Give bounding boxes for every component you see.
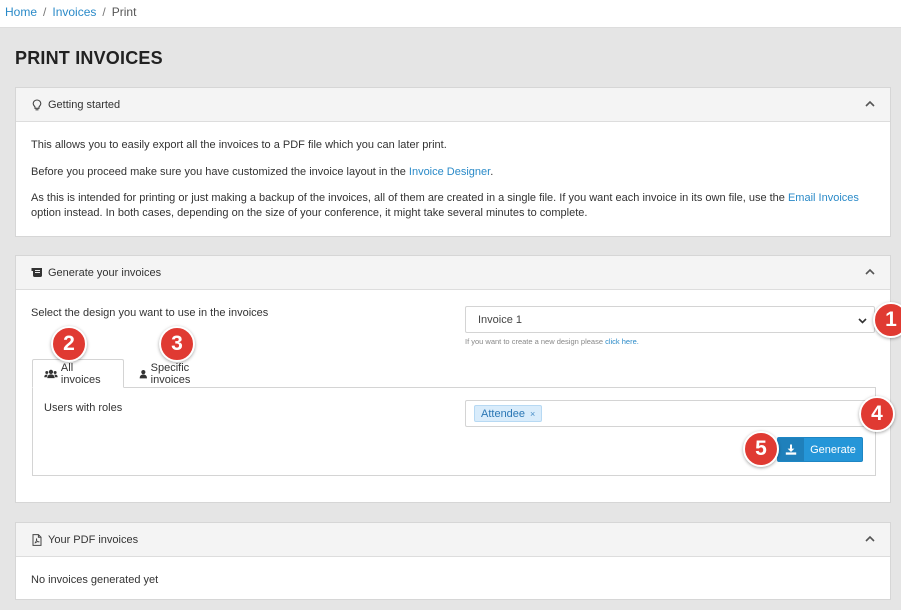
- click-here-link[interactable]: click here.: [605, 337, 639, 346]
- email-invoices-link[interactable]: Email Invoices: [788, 192, 859, 204]
- pdf-file-icon: [30, 533, 44, 546]
- breadcrumb-separator: /: [43, 5, 47, 19]
- chevron-up-icon[interactable]: [864, 98, 876, 110]
- chevron-up-icon[interactable]: [864, 533, 876, 545]
- roles-tag-input[interactable]: Attendee ×: [465, 400, 875, 427]
- breadcrumb: Home / Invoices / Print: [0, 0, 901, 28]
- lightbulb-icon: [30, 98, 44, 111]
- design-select-label: Select the design you want to use in the…: [31, 307, 269, 319]
- tab-all-invoices-label: All invoices: [60, 361, 101, 386]
- generate-button[interactable]: Generate: [777, 437, 863, 462]
- getting-started-header[interactable]: Getting started: [16, 88, 890, 122]
- callout-badge-4: 4: [859, 396, 895, 432]
- pdf-invoices-header[interactable]: Your PDF invoices: [16, 523, 890, 557]
- breadcrumb-home[interactable]: Home: [5, 5, 37, 19]
- user-icon: [139, 369, 147, 378]
- download-icon: [778, 438, 804, 461]
- page-title: PRINT INVOICES: [15, 48, 163, 68]
- breadcrumb-separator: /: [102, 5, 106, 19]
- callout-badge-3: 3: [159, 326, 195, 362]
- tab-all-invoices[interactable]: All invoices: [32, 359, 124, 388]
- design-select-value: Invoice 1: [478, 313, 523, 326]
- breadcrumb-invoices[interactable]: Invoices: [52, 5, 96, 19]
- generate-header[interactable]: Generate your invoices: [16, 256, 890, 290]
- intro-text: This allows you to easily export all the…: [31, 139, 447, 151]
- chevron-down-icon: [858, 318, 867, 324]
- designer-text: Before you proceed make sure you have cu…: [31, 166, 494, 178]
- invoice-designer-link[interactable]: Invoice Designer: [409, 166, 490, 178]
- new-design-hint: If you want to create a new design pleas…: [465, 337, 639, 346]
- generate-button-label: Generate: [810, 443, 856, 456]
- breadcrumb-current: Print: [111, 5, 137, 19]
- getting-started-panel: Getting started This allows you to easil…: [15, 87, 891, 237]
- getting-started-title: Getting started: [48, 98, 121, 111]
- generate-title: Generate your invoices: [48, 266, 162, 279]
- callout-badge-2: 2: [51, 326, 87, 362]
- role-tag-attendee: Attendee ×: [474, 405, 543, 422]
- chevron-up-icon[interactable]: [864, 266, 876, 278]
- tab-specific-invoices[interactable]: Specific invoices: [128, 359, 232, 388]
- pdf-invoices-title: Your PDF invoices: [48, 533, 139, 546]
- backup-text: As this is intended for printing or just…: [31, 192, 859, 219]
- users-icon: [44, 369, 58, 378]
- callout-badge-1: 1: [873, 302, 901, 338]
- pdf-invoices-panel: Your PDF invoices No invoices generated …: [15, 522, 891, 600]
- scroll-icon: [30, 267, 44, 278]
- design-select[interactable]: Invoice 1: [465, 306, 875, 333]
- callout-badge-5: 5: [743, 431, 779, 467]
- tab-specific-invoices-label: Specific invoices: [150, 361, 191, 386]
- no-invoices-text: No invoices generated yet: [31, 574, 159, 586]
- roles-label: Users with roles: [44, 402, 123, 414]
- remove-tag-icon[interactable]: ×: [530, 409, 535, 419]
